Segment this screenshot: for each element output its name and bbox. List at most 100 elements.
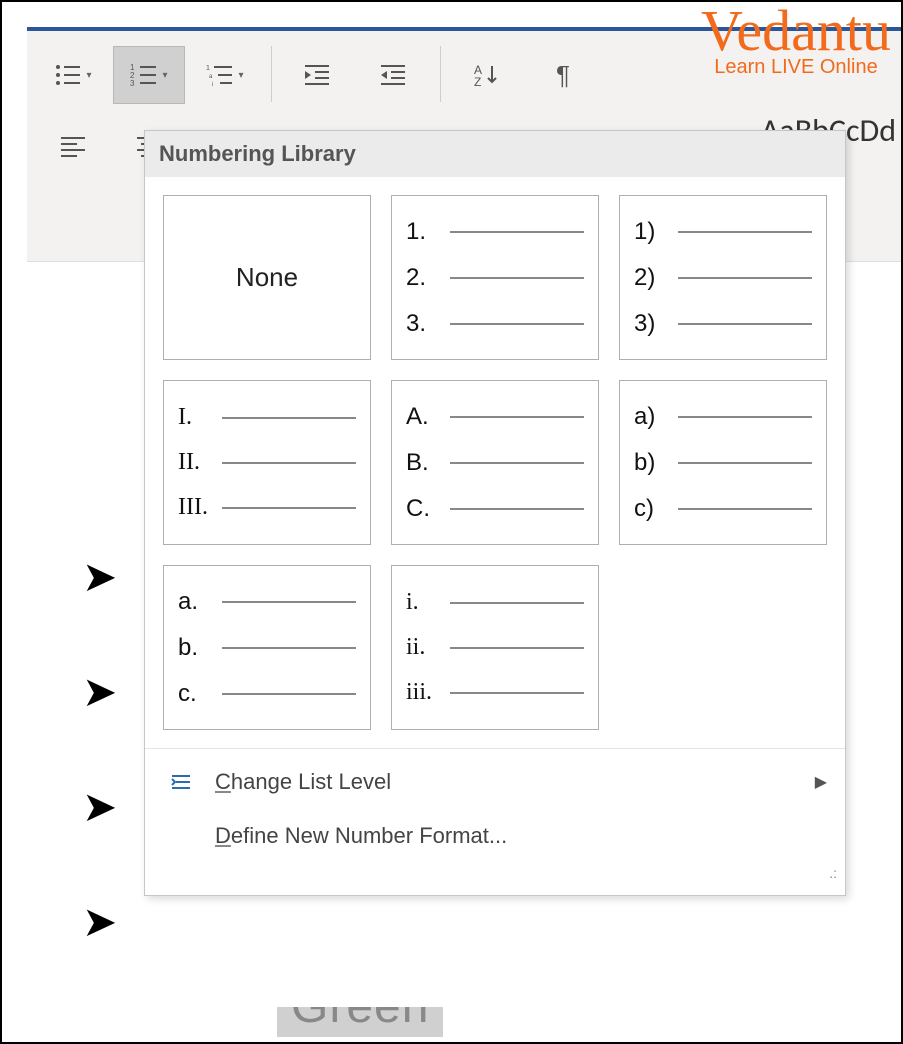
svg-text:i: i (212, 82, 213, 87)
tile-number-label: a. (178, 588, 212, 616)
document-text-selected[interactable]: Green (277, 1007, 443, 1037)
tile-line (678, 416, 812, 418)
tile-line (450, 416, 584, 418)
chevron-down-icon: ▾ (238, 70, 243, 81)
tile-line (222, 507, 356, 509)
tile-number-label: b. (178, 634, 212, 662)
menu-label: Define New Number Format... (215, 823, 507, 849)
tile-line (450, 602, 584, 604)
tile-row: III. (178, 494, 356, 521)
chevron-down-icon: ▾ (86, 70, 91, 81)
popup-title: Numbering Library (145, 131, 845, 177)
tile-number-label: b) (634, 449, 668, 477)
tile-number-label: C. (406, 495, 440, 523)
tile-number-label: A. (406, 403, 440, 431)
tile-number-label: c. (178, 680, 212, 708)
bullets-button[interactable]: ▾ (37, 46, 109, 104)
increase-indent-icon (381, 63, 407, 87)
numbering-tile-3[interactable]: I. II. III. (163, 380, 371, 545)
tile-row: c) (634, 495, 812, 523)
numbering-tile-4[interactable]: A. B. C. (391, 380, 599, 545)
submenu-arrow-icon: ▶ (815, 772, 827, 792)
tile-line (450, 692, 584, 694)
sort-button[interactable]: AZ (451, 46, 523, 104)
tile-row: a. (178, 588, 356, 616)
numbering-tile-0[interactable]: None (163, 195, 371, 360)
show-hide-marks-button[interactable]: ¶ (527, 46, 599, 104)
sort-icon: AZ (474, 62, 500, 88)
numbering-icon: 123 (130, 63, 158, 87)
multilevel-icon: 1ai (206, 63, 234, 87)
menu-label: Change List Level (215, 769, 391, 795)
list-bullet-arrow: ➤ (82, 782, 117, 831)
list-bullet-arrow: ➤ (82, 552, 117, 601)
define-new-number-format-menu[interactable]: Define New Number Format... (145, 809, 845, 863)
svg-text:3: 3 (130, 79, 135, 87)
numbering-tile-7[interactable]: i. ii. iii. (391, 565, 599, 730)
tile-number-label: 1) (634, 218, 668, 246)
numbering-tile-6[interactable]: a. b. c. (163, 565, 371, 730)
tile-row: 1. (406, 218, 584, 246)
tile-line (450, 277, 584, 279)
list-bullet-arrow: ➤ (82, 897, 117, 946)
tile-row: iii. (406, 679, 584, 706)
align-left-button[interactable] (37, 123, 109, 171)
separator (440, 46, 441, 102)
tile-row: ii. (406, 634, 584, 661)
tile-line (222, 601, 356, 603)
tile-row: II. (178, 449, 356, 476)
tile-line (450, 323, 584, 325)
tile-number-label: 2. (406, 264, 440, 292)
numbering-tile-2[interactable]: 1) 2) 3) (619, 195, 827, 360)
tile-line (222, 647, 356, 649)
svg-text:Z: Z (474, 75, 481, 88)
tile-row: A. (406, 403, 584, 431)
tile-line (678, 323, 812, 325)
numbering-tile-5[interactable]: a) b) c) (619, 380, 827, 545)
svg-text:a: a (209, 74, 213, 80)
tile-row: 2. (406, 264, 584, 292)
tile-row: 1) (634, 218, 812, 246)
tile-number-label: c) (634, 495, 668, 523)
multilevel-list-button[interactable]: 1ai ▾ (189, 46, 261, 104)
tile-row: 3) (634, 310, 812, 338)
tile-line (222, 417, 356, 419)
align-left-icon (61, 137, 85, 157)
tile-row: c. (178, 680, 356, 708)
tile-line (678, 508, 812, 510)
tile-number-label: i. (406, 589, 440, 616)
tile-number-label: ii. (406, 634, 440, 661)
increase-indent-button[interactable] (358, 46, 430, 104)
tile-row: B. (406, 449, 584, 477)
numbering-button[interactable]: 123 ▾ (113, 46, 185, 104)
tile-row: 2) (634, 264, 812, 292)
decrease-indent-icon (305, 63, 331, 87)
tile-row: b) (634, 449, 812, 477)
resize-handle-icon[interactable]: .: (145, 863, 845, 885)
decrease-indent-button[interactable] (282, 46, 354, 104)
tile-number-label: II. (178, 449, 212, 476)
tile-row: C. (406, 495, 584, 523)
tile-row: i. (406, 589, 584, 616)
tile-line (678, 277, 812, 279)
tile-line (678, 231, 812, 233)
change-list-level-menu[interactable]: Change List Level ▶ (145, 755, 845, 809)
popup-footer: Change List Level ▶ Define New Number Fo… (145, 748, 845, 895)
tile-number-label: 2) (634, 264, 668, 292)
pilcrow-icon: ¶ (556, 60, 570, 91)
tile-line (450, 231, 584, 233)
tile-row: a) (634, 403, 812, 431)
tile-row: b. (178, 634, 356, 662)
numbering-library-popup: Numbering Library None1.2.3.1)2)3)I.II.I… (144, 130, 846, 896)
tile-number-label: I. (178, 404, 212, 431)
list-bullet-arrow: ➤ (82, 667, 117, 716)
bullets-icon (54, 63, 82, 87)
tile-number-label: iii. (406, 679, 440, 706)
numbering-tile-1[interactable]: 1.2.3. (391, 195, 599, 360)
tile-line (450, 647, 584, 649)
change-level-icon (163, 773, 199, 791)
tile-line (678, 462, 812, 464)
tile-row: I. (178, 404, 356, 431)
tile-number-label: 1. (406, 218, 440, 246)
tile-line (450, 462, 584, 464)
